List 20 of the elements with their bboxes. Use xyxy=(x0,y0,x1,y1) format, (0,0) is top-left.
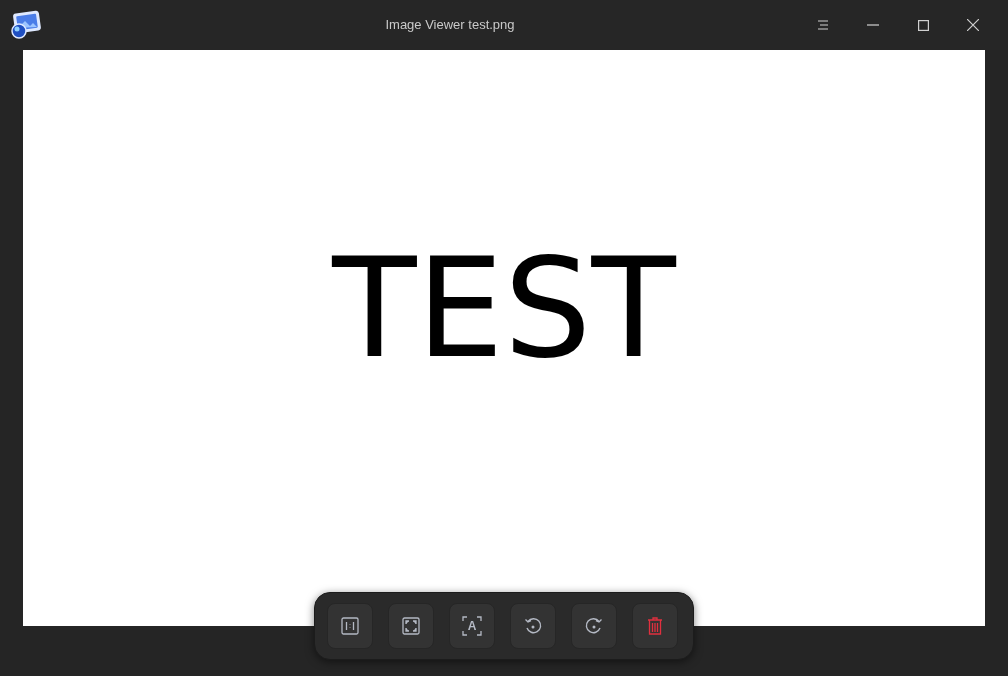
rotate-right-icon xyxy=(585,617,603,635)
toolbar-button[interactable] xyxy=(571,603,617,649)
app-logo-icon xyxy=(10,10,42,40)
fit-screen-icon xyxy=(402,617,420,635)
toolbar-button[interactable]: A xyxy=(449,603,495,649)
bracket-frame-icon xyxy=(462,616,482,636)
trash-icon xyxy=(647,617,663,635)
toolbar-button[interactable] xyxy=(388,603,434,649)
maximize-icon xyxy=(917,19,929,31)
delete-button[interactable] xyxy=(632,603,678,649)
rotate-left-icon xyxy=(524,617,542,635)
toolbar-button[interactable] xyxy=(327,603,373,649)
minimize-icon xyxy=(867,24,879,26)
menu-icon xyxy=(817,19,829,31)
close-icon xyxy=(967,19,979,31)
image-text: TEST xyxy=(332,240,676,378)
window-title: Image Viewer test.png xyxy=(385,16,515,35)
toolbar-button[interactable] xyxy=(510,603,556,649)
ocr-letter: A xyxy=(467,620,477,632)
actual-size-icon xyxy=(341,617,359,635)
